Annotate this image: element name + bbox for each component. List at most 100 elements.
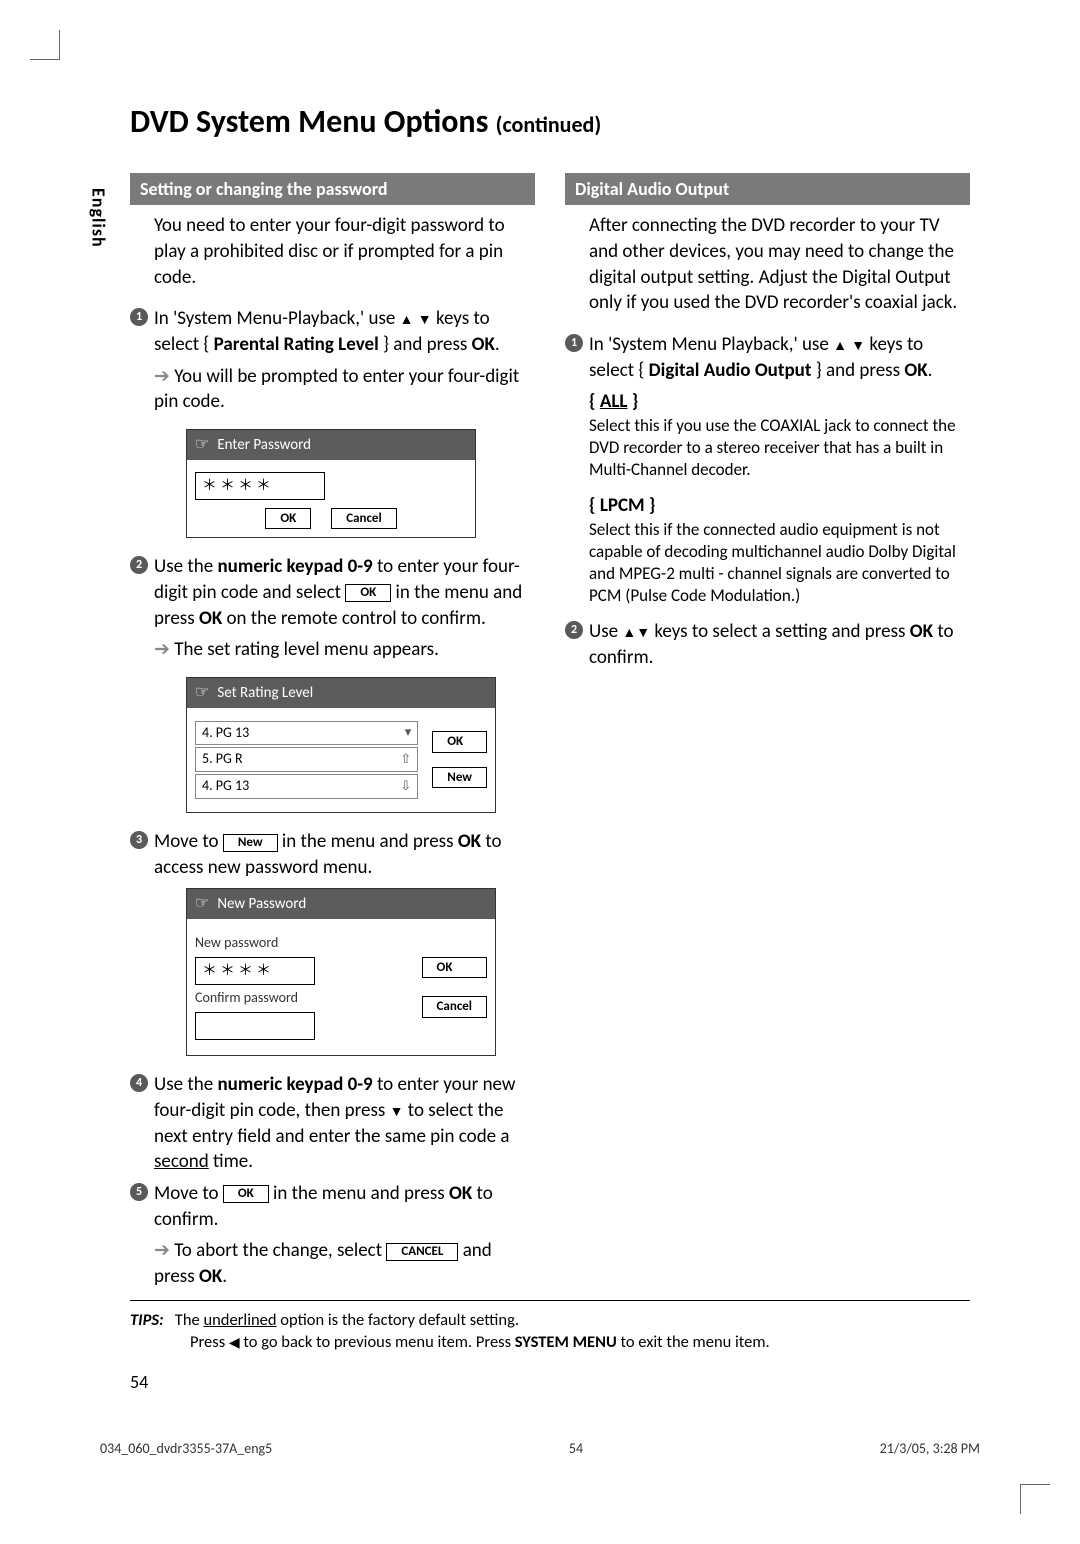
step-badge-3: 3 [130,831,148,849]
opt-all-title: ALL [600,390,628,413]
s2a: Use the [154,555,217,578]
dropdown-icon: ▾ [405,724,412,742]
osd1-ok-button[interactable]: OK [265,508,311,530]
s4b: numeric keypad 0-9 [217,1073,372,1096]
step1-text-e: . [495,333,500,356]
rs1a: In 'System Menu Playback,' use [589,333,833,356]
osd-set-rating: ☞ Set Rating Level 4. PG 13 ▾ 5. PG R ⇧ 4. … [186,677,496,813]
s4a: Use the [154,1073,217,1096]
up-arrow-icon [622,620,636,643]
audio-step-1: 1 In 'System Menu Playback,' use keys to… [565,332,970,383]
new-pw-label: New password [195,934,408,953]
r5c: . [222,1265,227,1288]
osd1-title-text: Enter Password [217,435,311,455]
scroll-icon: ⇧ [400,751,411,769]
language-tab: English [86,188,110,248]
footer-mid: 54 [569,1440,583,1459]
parental-rating-label: Parental Rating Level [214,333,379,356]
footer: 034_060_dvdr3355-37A_eng5 54 21/3/05, 3:… [100,1440,980,1459]
ok-inline-button: OK [223,1185,269,1203]
right-column: Digital Audio Output After connecting th… [565,173,970,1303]
rating2-label: 5. PG R [202,750,394,769]
new-inline-button: New [223,834,278,852]
osd2-new-button[interactable]: New [432,767,487,789]
hand-icon: ☞ [195,893,209,915]
opt-all-desc: Select this if you use the COAXIAL jack … [589,415,970,481]
section-heading-password: Setting or changing the password [130,173,535,205]
s5ok: OK [449,1182,472,1205]
ok-inline-button: OK [345,584,391,602]
tips-1b: option is the factory default setting. [277,1310,519,1330]
osd3-cancel-button[interactable]: Cancel [422,996,487,1018]
down-arrow-icon [390,1099,404,1122]
s5b: in the menu and press [269,1182,449,1205]
rating1-label: 4. PG 13 [202,724,399,743]
step-badge-1: 1 [130,308,148,326]
step1-text-a: In 'System Menu-Playback,' use [154,307,400,330]
title-continued: (continued) [496,111,602,138]
osd3-title-text: New Password [217,894,306,914]
result-1: You will be prompted to enter your four-… [130,364,535,415]
tips-1a: The [175,1310,204,1330]
rating-item-2[interactable]: 5. PG R ⇧ [195,747,418,772]
left-column: Setting or changing the password You nee… [130,173,535,1303]
osd3-input-confirm[interactable] [195,1012,315,1040]
s2e: on the remote control to confirm. [222,607,486,630]
step-badge-1: 1 [565,334,583,352]
tips-2a: Press [190,1332,229,1352]
opt-lpcm-title: LPCM [600,494,645,517]
tips-underlined: underlined [203,1310,276,1330]
osd1-input[interactable]: ＊＊＊＊ [195,472,325,500]
rating-item-1[interactable]: 4. PG 13 ▾ [195,721,418,746]
rs1d: } and press [811,359,904,382]
crop-mark-br [1020,1484,1050,1514]
opt-lpcm-desc: Select this if the connected audio equip… [589,519,970,607]
step-2: 2 Use the numeric keypad 0-9 to enter yo… [130,554,535,631]
r5ok: OK [199,1265,222,1288]
page-number: 54 [130,1370,148,1394]
osd2-title-text: Set Rating Level [217,683,313,703]
rs2b: keys to select a setting and press [650,620,910,643]
osd2-title: ☞ Set Rating Level [187,678,495,708]
cancel-inline-button: CANCEL [386,1243,458,1261]
step1-text-d: } and press [379,333,472,356]
option-all: { ALL } Select this if you use the COAXI… [565,389,970,481]
step-5: 5 Move to OK in the menu and press OK to… [130,1181,535,1232]
up-arrow-icon [400,307,414,330]
page-content: DVD System Menu Options (continued) Sett… [130,100,970,1303]
up-arrow-icon [833,333,847,356]
osd1-cancel-button[interactable]: Cancel [331,508,396,530]
footer-left: 034_060_dvdr3355-37A_eng5 [100,1440,272,1459]
step-1: 1 In 'System Menu-Playback,' use keys to… [130,306,535,357]
result-5: To abort the change, select CANCEL and p… [130,1238,535,1289]
confirm-pw-label: Confirm password [195,989,408,1008]
tips-2b: to go back to previous menu item. Press [240,1332,515,1352]
audio-intro: After connecting the DVD recorder to you… [565,213,970,316]
step-badge-2: 2 [565,621,583,639]
numeric-keypad-label: numeric keypad 0-9 [217,555,372,578]
s2ok: OK [199,607,222,630]
osd3-title: ☞ New Password [187,889,495,919]
down-arrow-icon [851,333,865,356]
s3a: Move to [154,830,223,853]
down-arrow-icon [636,620,650,643]
hand-icon: ☞ [195,682,209,704]
section-heading-audio: Digital Audio Output [565,173,970,205]
step-3: 3 Move to New in the menu and press OK t… [130,829,535,880]
s3b: in the menu and press [278,830,458,853]
osd-enter-password: ☞Enter Password ＊＊＊＊ OK Cancel [186,429,476,538]
second-underline: second [154,1150,209,1173]
option-lpcm: { LPCM } Select this if the connected au… [565,493,970,607]
result-2: The set rating level menu appears. [130,637,535,663]
intro-paragraph: You need to enter your four-digit passwo… [130,213,535,290]
osd3-input-new[interactable]: ＊＊＊＊ [195,957,315,985]
osd1-title: ☞Enter Password [187,430,475,460]
tips-2d: to exit the menu item. [617,1332,770,1352]
digital-audio-label: Digital Audio Output [649,359,812,382]
step-4: 4 Use the numeric keypad 0-9 to enter yo… [130,1072,535,1175]
osd-new-password: ☞ New Password New password ＊＊＊＊ Confirm … [186,888,496,1056]
osd3-ok-button[interactable]: OK [422,957,487,979]
osd2-ok-button[interactable]: OK [432,731,487,753]
rating-item-3[interactable]: 4. PG 13⇩ [195,774,418,799]
step-badge-2: 2 [130,556,148,574]
